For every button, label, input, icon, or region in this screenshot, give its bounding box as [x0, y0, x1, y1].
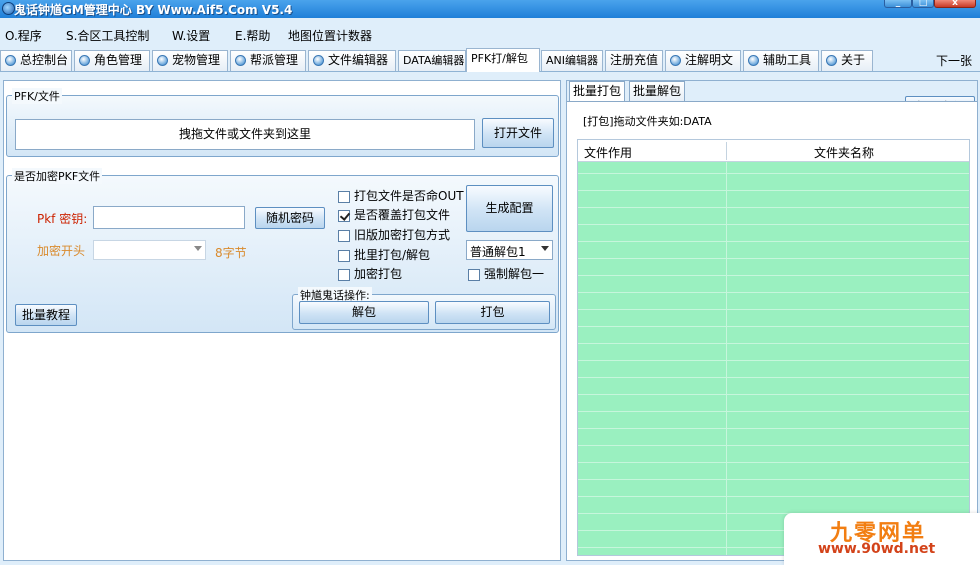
batch-pack-checkbox[interactable]: 批里打包/解包: [338, 248, 430, 264]
open-file-button[interactable]: 打开文件: [482, 118, 554, 148]
window-title: 鬼话钟馗GM管理中心 BY Www.Aif5.Com V5.4: [14, 3, 293, 17]
orb-icon: [5, 55, 16, 66]
unpack-mode-value: 普通解包1: [470, 245, 526, 259]
tab-roles[interactable]: 角色管理: [74, 50, 150, 71]
pfk-file-group: PFK/文件 拽拖文件或文件夹到这里 打开文件: [6, 88, 559, 157]
next-link[interactable]: 下一张: [936, 52, 972, 69]
byte-hint: 8字节: [215, 246, 247, 260]
menu-program[interactable]: O.程序: [5, 27, 42, 44]
encrypt-group: 是否加密PKF文件 Pkf 密钥: 随机密码 加密开头 8字节 打包文件是否命O…: [6, 168, 559, 333]
tab-register-recharge[interactable]: 注册充值: [605, 50, 663, 71]
menu-bar: O.程序 S.合区工具控制 W.设置 E.帮助 地图位置计数器: [0, 20, 980, 48]
orb-icon: [79, 55, 90, 66]
unpack-mode-select[interactable]: 普通解包1: [466, 240, 553, 260]
generate-config-button[interactable]: 生成配置: [466, 185, 553, 232]
pfk-file-group-title: PFK/文件: [12, 88, 62, 104]
chevron-down-icon: [194, 246, 202, 251]
tab-batch-pack[interactable]: 批量打包: [569, 81, 626, 101]
out-name-checkbox[interactable]: 打包文件是否命OUT: [338, 189, 464, 205]
encrypt-header-label: 加密开头: [37, 244, 86, 258]
overwrite-checkbox[interactable]: 是否覆盖打包文件: [338, 208, 450, 224]
column-folder-name[interactable]: 文件夹名称: [814, 144, 874, 161]
menu-map-counter[interactable]: 地图位置计数器: [288, 27, 372, 44]
unpack-button[interactable]: 解包: [299, 301, 429, 324]
random-password-button[interactable]: 随机密码: [255, 207, 325, 229]
pfk-left-pane: PFK/文件 拽拖文件或文件夹到这里 打开文件 是否加密PKF文件 Pkf 密钥…: [3, 80, 561, 561]
checkmark-icon: [338, 210, 350, 222]
chevron-down-icon: [541, 246, 549, 251]
pkf-key-label: Pkf 密钥:: [37, 212, 88, 226]
encrypt-group-title: 是否加密PKF文件: [12, 168, 103, 184]
watermark-url: www.90wd.net: [818, 541, 936, 557]
tab-console[interactable]: 总控制台: [0, 50, 72, 71]
column-file-purpose[interactable]: 文件作用: [584, 144, 632, 161]
table-header: 文件作用 文件夹名称: [578, 140, 969, 162]
tab-about[interactable]: 关于: [821, 50, 873, 71]
orb-icon: [670, 55, 681, 66]
menu-merge-tools[interactable]: S.合区工具控制: [66, 27, 149, 44]
legacy-encrypt-checkbox[interactable]: 旧版加密打包方式: [338, 228, 450, 244]
tab-data-editor[interactable]: DATA编辑器: [398, 50, 466, 71]
orb-icon: [748, 55, 759, 66]
orb-icon: [235, 55, 246, 66]
orb-icon: [313, 55, 324, 66]
batch-tutorial-button[interactable]: 批量教程: [15, 304, 77, 326]
force-unpack-checkbox[interactable]: 强制解包一: [468, 267, 544, 283]
close-button[interactable]: x: [934, 0, 976, 8]
main-tab-strip: 总控制台 角色管理 宠物管理 帮派管理 文件编辑器 DATA编辑器 PFK打/解…: [0, 48, 980, 72]
tab-aux-tools[interactable]: 辅助工具: [743, 50, 819, 71]
tab-pets[interactable]: 宠物管理: [152, 50, 228, 71]
title-bar: 鬼话钟馗GM管理中心 BY Www.Aif5.Com V5.4 _ □ x: [0, 0, 980, 18]
tab-batch-unpack[interactable]: 批量解包: [629, 81, 686, 101]
maximize-button[interactable]: □: [912, 0, 934, 8]
site-watermark: 九零网单 www.90wd.net: [784, 513, 980, 565]
menu-help[interactable]: E.帮助: [235, 27, 270, 44]
file-drop-zone[interactable]: 拽拖文件或文件夹到这里: [15, 119, 475, 150]
batch-right-pane: 批量打包 批量解包 打开文件 [打包]拖动文件夹如:DATA 文件作用 文件夹名…: [566, 80, 978, 561]
orb-icon: [157, 55, 168, 66]
tab-pfk-pack[interactable]: PFK打/解包: [466, 48, 540, 72]
menu-settings[interactable]: W.设置: [172, 27, 210, 44]
pkf-key-input[interactable]: [93, 206, 245, 229]
batch-group-title: [打包]拖动文件夹如:DATA: [581, 113, 714, 129]
batch-pack-panel: [打包]拖动文件夹如:DATA 文件作用 文件夹名称: [567, 101, 977, 560]
pack-button[interactable]: 打包: [435, 301, 550, 324]
tab-ani-editor[interactable]: ANI编辑器: [541, 50, 603, 71]
orb-icon: [826, 55, 837, 66]
tab-file-editor[interactable]: 文件编辑器: [308, 50, 396, 71]
encrypt-pack-checkbox[interactable]: 加密打包: [338, 267, 402, 283]
minimize-button[interactable]: _: [884, 0, 912, 8]
encrypt-header-select[interactable]: [93, 240, 206, 260]
ops-group: 钟馗鬼话操作: 解包 打包: [292, 287, 556, 330]
batch-file-table[interactable]: 文件作用 文件夹名称: [577, 139, 970, 556]
tab-guilds[interactable]: 帮派管理: [230, 50, 306, 71]
tab-annotation[interactable]: 注解明文: [665, 50, 741, 71]
